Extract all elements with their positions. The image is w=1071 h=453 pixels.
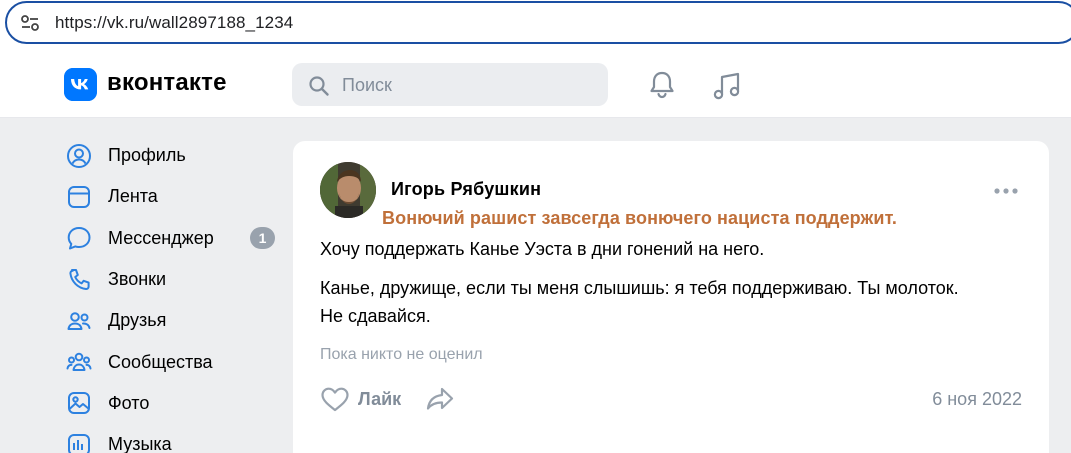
post-text-line: Канье, дружище, если ты меня слышишь: я … xyxy=(320,278,959,298)
music-icon[interactable] xyxy=(710,69,744,103)
vk-header: вконтакте Поиск xyxy=(0,50,1071,118)
sidebar-item-label: Лента xyxy=(108,186,158,207)
sidebar-item-label: Друзья xyxy=(108,310,167,331)
site-settings-icon[interactable] xyxy=(20,13,40,33)
annotation-overlay: Вонючий рашист завсегда вонючего нациста… xyxy=(382,208,898,228)
sidebar-item-label: Профиль xyxy=(108,145,186,166)
more-options-icon[interactable] xyxy=(993,187,1019,195)
sidebar-item-label: Сообщества xyxy=(108,351,213,372)
like-button[interactable]: Лайк xyxy=(320,384,401,414)
url-text[interactable]: https://vk.ru/wall2897188_1234 xyxy=(55,13,293,33)
sidebar-item-label: Фото xyxy=(108,392,150,413)
reactions-summary: Пока никто не оценил xyxy=(320,346,483,363)
sidebar-item-label: Звонки xyxy=(108,269,167,290)
search-icon xyxy=(309,76,329,96)
browser-toolbar: https://vk.ru/wall2897188_1234 xyxy=(0,0,1071,50)
heart-icon xyxy=(321,387,349,412)
feed-icon xyxy=(68,185,90,208)
messenger-icon xyxy=(67,227,91,250)
sidebar-item-label: Музыка xyxy=(108,434,172,453)
like-label: Лайк xyxy=(358,388,402,409)
unread-count-badge: 1 xyxy=(250,226,275,249)
friends-icon xyxy=(67,312,91,330)
profile-icon xyxy=(67,143,91,168)
sidebar: Профиль Лента Мессенджер 1 Звонки Друзья xyxy=(62,135,282,453)
sidebar-item-calls[interactable]: Звонки xyxy=(62,259,282,300)
post-text-line: Не сдавайся. xyxy=(320,306,431,326)
sidebar-item-profile[interactable]: Профиль xyxy=(62,135,282,176)
sidebar-item-friends[interactable]: Друзья xyxy=(62,300,282,341)
vk-logo-icon[interactable] xyxy=(64,68,97,101)
photo-icon xyxy=(68,392,90,415)
sidebar-item-communities[interactable]: Сообщества xyxy=(62,341,282,382)
share-icon[interactable] xyxy=(425,385,455,413)
author-name[interactable]: Игорь Рябушкин xyxy=(391,179,541,200)
search-placeholder: Поиск xyxy=(342,75,392,95)
communities-icon xyxy=(66,352,92,372)
search-input[interactable]: Поиск xyxy=(292,63,608,106)
sidebar-item-music[interactable]: Музыка xyxy=(62,424,282,453)
wall-post: Игорь Рябушкин Вонючий рашист завсегда в… xyxy=(293,141,1049,453)
music-icon xyxy=(68,433,90,453)
post-text-paragraph: Хочу поддержать Канье Уэста в дни гонени… xyxy=(320,239,765,259)
sidebar-item-feed[interactable]: Лента xyxy=(62,176,282,217)
author-avatar[interactable] xyxy=(320,162,376,218)
sidebar-item-photos[interactable]: Фото xyxy=(62,383,282,424)
phone-icon xyxy=(69,268,90,290)
post-date[interactable]: 6 ноя 2022 xyxy=(932,389,1022,410)
bell-icon[interactable] xyxy=(646,69,678,101)
sidebar-item-label: Мессенджер xyxy=(108,227,214,248)
address-bar[interactable]: https://vk.ru/wall2897188_1234 xyxy=(5,1,1071,44)
post-text-paragraph: Канье, дружище, если ты меня слышишь: я … xyxy=(320,274,1030,330)
sidebar-item-messenger[interactable]: Мессенджер 1 xyxy=(62,218,282,259)
vk-logo-text[interactable]: вконтакте xyxy=(107,69,227,97)
